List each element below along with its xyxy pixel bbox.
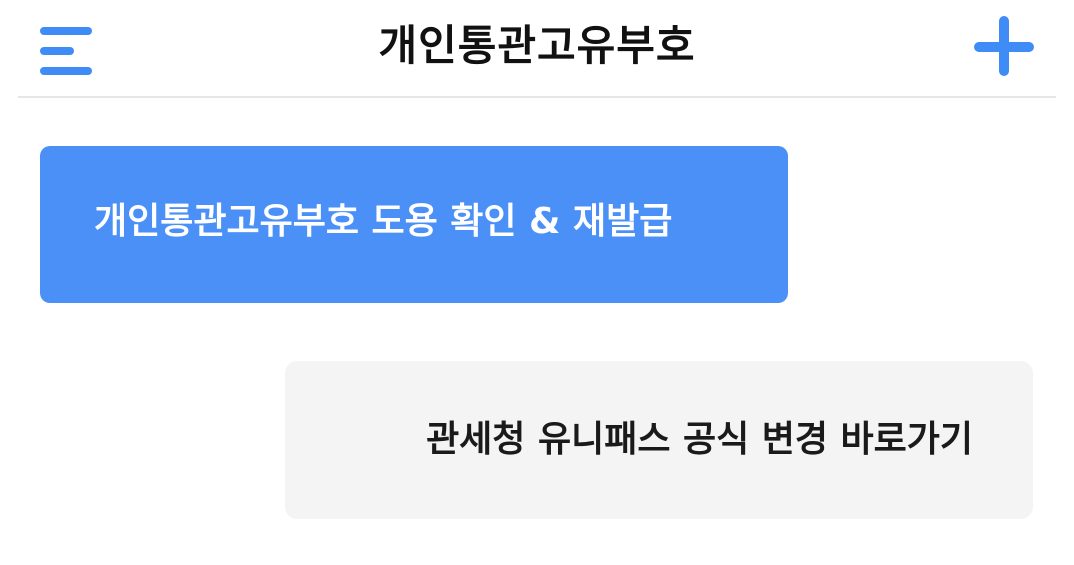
menu-bar-bottom xyxy=(40,67,92,75)
hamburger-menu-icon[interactable] xyxy=(40,22,94,82)
app-screen: 개인통관고유부호 개인통관고유부호 도용 확인 & 재발급 관세청 유니패스 공… xyxy=(0,0,1074,565)
app-header: 개인통관고유부호 xyxy=(18,0,1056,98)
check-and-reissue-label: 개인통관고유부호 도용 확인 & 재발급 xyxy=(94,201,673,242)
plus-vertical-stroke xyxy=(999,16,1009,76)
plus-icon[interactable] xyxy=(974,16,1034,76)
unipass-shortcut-button[interactable]: 관세청 유니패스 공식 변경 바로가기 xyxy=(285,361,1033,519)
menu-bar-middle xyxy=(40,47,74,55)
menu-bar-top xyxy=(40,27,92,35)
unipass-shortcut-label: 관세청 유니패스 공식 변경 바로가기 xyxy=(426,419,973,460)
page-title: 개인통관고유부호 xyxy=(378,21,696,70)
check-and-reissue-button[interactable]: 개인통관고유부호 도용 확인 & 재발급 xyxy=(40,146,788,303)
